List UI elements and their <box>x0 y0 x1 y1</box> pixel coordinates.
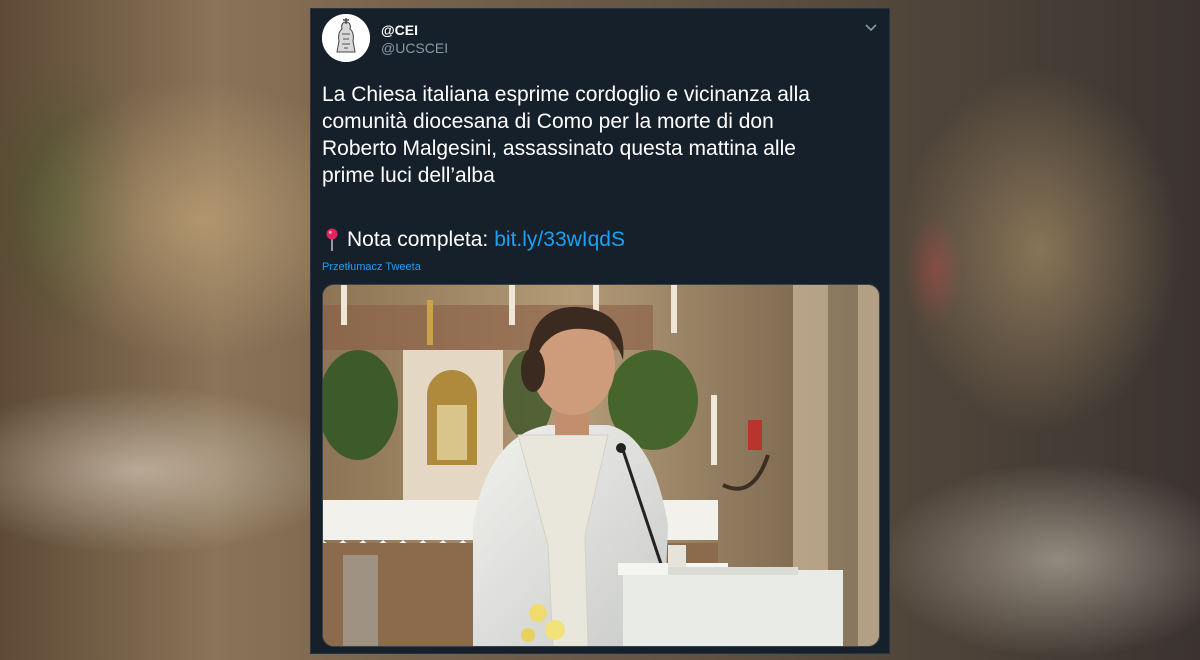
user-handle[interactable]: @UCSCEI <box>381 40 448 56</box>
round-pushpin-icon <box>325 228 339 252</box>
nota-label: Nota completa: <box>347 228 489 251</box>
avatar[interactable] <box>322 14 370 62</box>
tweet-text: La Chiesa italiana esprime cordoglio e v… <box>322 83 810 187</box>
display-name[interactable]: @CEI <box>381 22 418 38</box>
tweet-card[interactable]: @CEI @UCSCEI La Chiesa italiana esprime … <box>310 8 890 654</box>
short-link[interactable]: bit.ly/33wIqdS <box>494 226 625 254</box>
nota-line: Nota completa: bit.ly/33wIqdS <box>325 226 625 254</box>
chevron-down-icon[interactable] <box>863 19 879 35</box>
tweet-photo[interactable] <box>322 284 880 647</box>
translate-tweet-link[interactable]: Przetłumacz Tweeta <box>322 261 421 273</box>
